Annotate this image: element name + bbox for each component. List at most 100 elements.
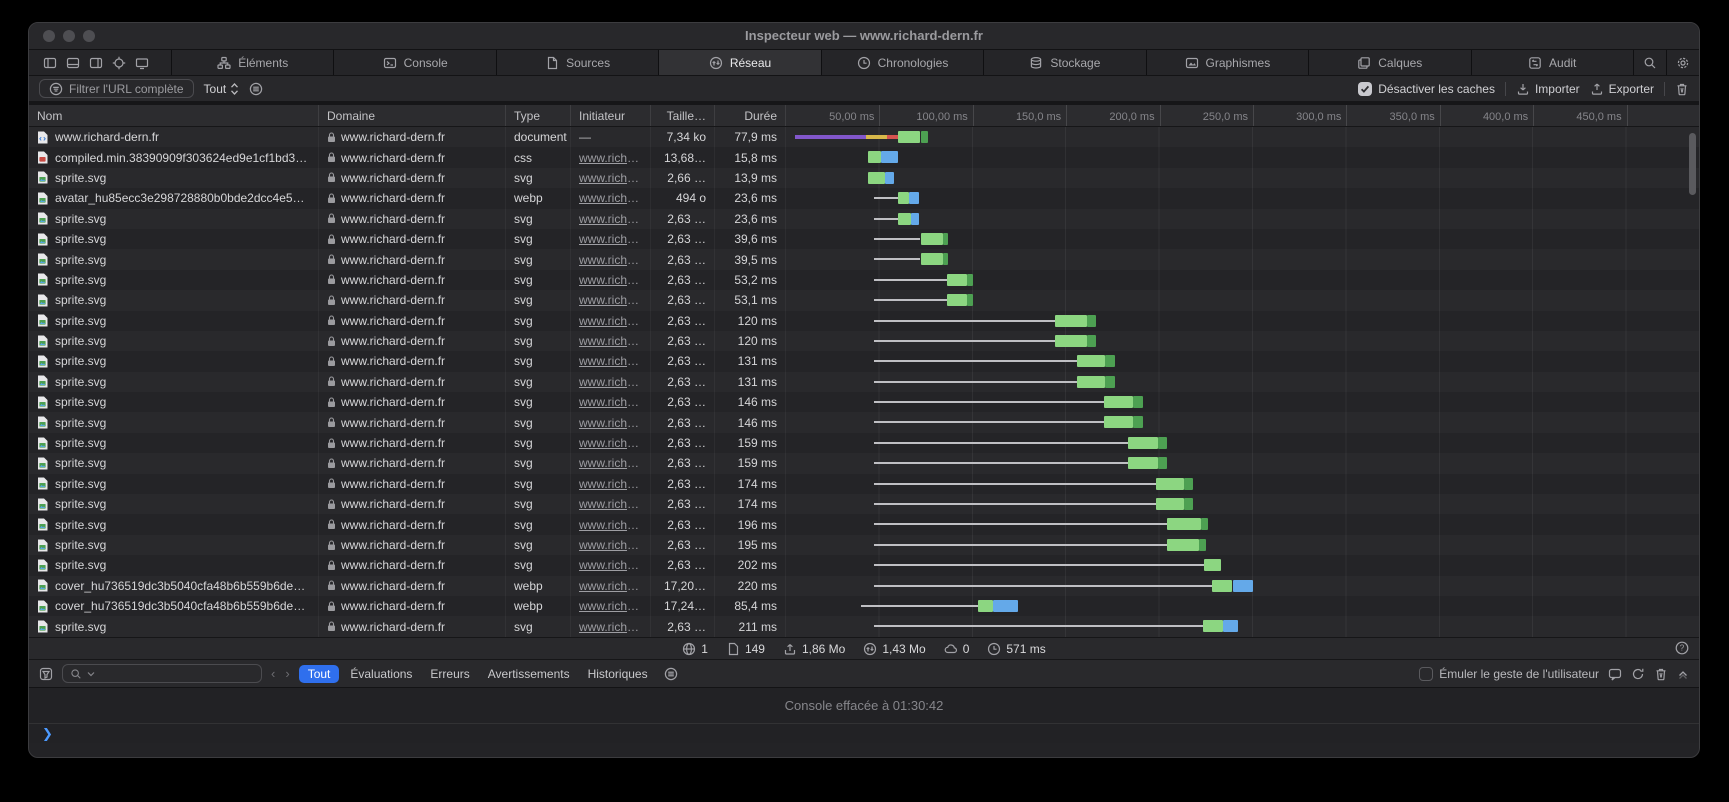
disable-caches-checkbox[interactable]: Désactiver les caches (1358, 82, 1495, 96)
console-scope-avertissements[interactable]: Avertissements (481, 665, 577, 683)
emulate-user-gesture-checkbox[interactable]: Émuler le geste de l'utilisateur (1419, 667, 1599, 681)
network-request-row[interactable]: sprite.svgwww.richard-dern.frsvgwww.rich… (29, 474, 1699, 494)
console-evaluate-icon[interactable] (1608, 667, 1622, 681)
network-request-row[interactable]: sprite.svgwww.richard-dern.frsvgwww.rich… (29, 270, 1699, 290)
clear-network-items-trash-icon[interactable] (1675, 82, 1689, 96)
request-waterfall[interactable] (786, 249, 1699, 269)
request-initiator-link[interactable]: www.richard-d… (579, 334, 642, 348)
request-initiator-link[interactable]: www.richard-d… (579, 253, 642, 267)
network-request-row[interactable]: sprite.svgwww.richard-dern.frsvgwww.rich… (29, 392, 1699, 412)
column-header-domaine[interactable]: Domaine (319, 105, 506, 126)
clear-console-trash-icon[interactable] (1654, 667, 1668, 681)
request-initiator-link[interactable]: www.richard-d… (579, 395, 642, 409)
request-initiator-link[interactable]: www.richard-d… (579, 518, 642, 532)
request-waterfall[interactable] (786, 535, 1699, 555)
search-tab-button[interactable] (1633, 50, 1666, 75)
request-waterfall[interactable] (786, 229, 1699, 249)
network-request-row[interactable]: sprite.svgwww.richard-dern.frsvgwww.rich… (29, 209, 1699, 229)
console-filter-funnel-icon[interactable] (39, 667, 53, 681)
device-icon[interactable] (135, 56, 149, 70)
request-waterfall[interactable] (786, 351, 1699, 371)
request-initiator-link[interactable]: www.richard-d… (579, 416, 642, 430)
request-initiator-link[interactable]: www.richard-d… (579, 375, 642, 389)
tab-stockage[interactable]: Stockage (983, 50, 1145, 75)
tab-reseau[interactable]: Réseau (658, 50, 820, 75)
request-initiator-link[interactable]: www.richard-d… (579, 538, 642, 552)
request-waterfall[interactable] (786, 188, 1699, 208)
request-waterfall[interactable] (786, 494, 1699, 514)
network-request-row[interactable]: sprite.svgwww.richard-dern.frsvgwww.rich… (29, 514, 1699, 534)
column-header-taille[interactable]: Taille… (651, 105, 715, 126)
tab-elements[interactable]: Éléments (171, 50, 333, 75)
network-request-row[interactable]: cover_hu736519dc3b5040cfa48b6b559b6de6ec… (29, 596, 1699, 616)
tab-calques[interactable]: Calques (1308, 50, 1470, 75)
network-request-row[interactable]: sprite.svgwww.richard-dern.frsvgwww.rich… (29, 616, 1699, 636)
network-request-row[interactable]: sprite.svgwww.richard-dern.frsvgwww.rich… (29, 372, 1699, 392)
request-waterfall[interactable] (786, 555, 1699, 575)
column-header-type[interactable]: Type (506, 105, 571, 126)
request-waterfall[interactable] (786, 209, 1699, 229)
request-waterfall[interactable] (786, 412, 1699, 432)
network-request-row[interactable]: sprite.svgwww.richard-dern.frsvgwww.rich… (29, 433, 1699, 453)
network-request-row[interactable]: www.richard-dern.frwww.richard-dern.frdo… (29, 127, 1699, 147)
request-waterfall[interactable] (786, 147, 1699, 167)
request-waterfall[interactable] (786, 290, 1699, 310)
network-request-row[interactable]: compiled.min.38390909f303624ed9e1cf1bd3f… (29, 147, 1699, 167)
request-waterfall[interactable] (786, 616, 1699, 636)
collapse-console-icon[interactable] (1677, 668, 1689, 680)
network-request-row[interactable]: avatar_hu85ecc3e298728880b0bde2dcc4e5c23… (29, 188, 1699, 208)
request-initiator-link[interactable]: www.richard-d… (579, 599, 642, 613)
network-request-row[interactable]: sprite.svgwww.richard-dern.frsvgwww.rich… (29, 331, 1699, 351)
tab-console[interactable]: Console (333, 50, 495, 75)
request-initiator-link[interactable]: www.richard-d… (579, 558, 642, 572)
request-waterfall[interactable] (786, 392, 1699, 412)
request-initiator-link[interactable]: www.richard-d… (579, 436, 642, 450)
console-scope-historiques[interactable]: Historiques (581, 665, 655, 683)
request-waterfall[interactable] (786, 433, 1699, 453)
sidebar-left-icon[interactable] (43, 56, 57, 70)
console-prompt[interactable]: ❯ (29, 723, 1699, 743)
network-request-row[interactable]: sprite.svgwww.richard-dern.frsvgwww.rich… (29, 351, 1699, 371)
request-waterfall[interactable] (786, 168, 1699, 188)
column-header-nom[interactable]: Nom (29, 105, 319, 126)
request-waterfall[interactable] (786, 127, 1699, 147)
request-waterfall[interactable] (786, 576, 1699, 596)
panel-bottom-icon[interactable] (66, 56, 80, 70)
request-initiator-link[interactable]: www.richard-d… (579, 477, 642, 491)
import-har-button[interactable]: Importer (1516, 82, 1580, 96)
request-initiator-link[interactable]: www.richard-d… (579, 579, 642, 593)
request-initiator-link[interactable]: www.richard-d… (579, 456, 642, 470)
network-request-row[interactable]: sprite.svgwww.richard-dern.frsvgwww.rich… (29, 494, 1699, 514)
request-initiator-link[interactable]: www.richard-d… (579, 273, 642, 287)
request-initiator-link[interactable]: www.richard-d… (579, 191, 642, 205)
next-result-button[interactable]: › (285, 666, 289, 681)
previous-result-button[interactable]: ‹ (271, 666, 275, 681)
reload-icon[interactable] (1631, 667, 1645, 681)
column-header-duree[interactable]: Durée (715, 105, 786, 126)
export-har-button[interactable]: Exporter (1590, 82, 1654, 96)
request-initiator-link[interactable]: www.richard-d… (579, 314, 642, 328)
target-icon[interactable] (112, 56, 126, 70)
request-waterfall[interactable] (786, 270, 1699, 290)
request-waterfall[interactable] (786, 453, 1699, 473)
more-filters-icon[interactable] (249, 82, 263, 96)
network-request-row[interactable]: sprite.svgwww.richard-dern.frsvgwww.rich… (29, 535, 1699, 555)
tab-sources[interactable]: Sources (496, 50, 658, 75)
request-initiator-link[interactable]: www.richard-d… (579, 293, 642, 307)
tab-graphismes[interactable]: Graphismes (1146, 50, 1308, 75)
url-filter-input[interactable]: Filtrer l'URL complète (39, 79, 194, 98)
settings-button[interactable] (1666, 50, 1699, 75)
console-more-filters-icon[interactable] (664, 667, 678, 681)
network-request-row[interactable]: sprite.svgwww.richard-dern.frsvgwww.rich… (29, 412, 1699, 432)
network-request-row[interactable]: sprite.svgwww.richard-dern.frsvgwww.rich… (29, 453, 1699, 473)
column-header-initiateur[interactable]: Initiateur (571, 105, 651, 126)
tab-audit[interactable]: Audit (1471, 50, 1633, 75)
request-initiator-link[interactable]: www.richard-d… (579, 354, 642, 368)
console-search-field[interactable] (62, 664, 262, 683)
network-request-row[interactable]: sprite.svgwww.richard-dern.frsvgwww.rich… (29, 229, 1699, 249)
request-initiator-link[interactable]: www.richard-d… (579, 497, 642, 511)
request-waterfall[interactable] (786, 596, 1699, 616)
network-request-row[interactable]: cover_hu736519dc3b5040cfa48b6b559b6de6ec… (29, 576, 1699, 596)
request-initiator-link[interactable]: www.richard-d… (579, 212, 642, 226)
network-request-row[interactable]: sprite.svgwww.richard-dern.frsvgwww.rich… (29, 290, 1699, 310)
